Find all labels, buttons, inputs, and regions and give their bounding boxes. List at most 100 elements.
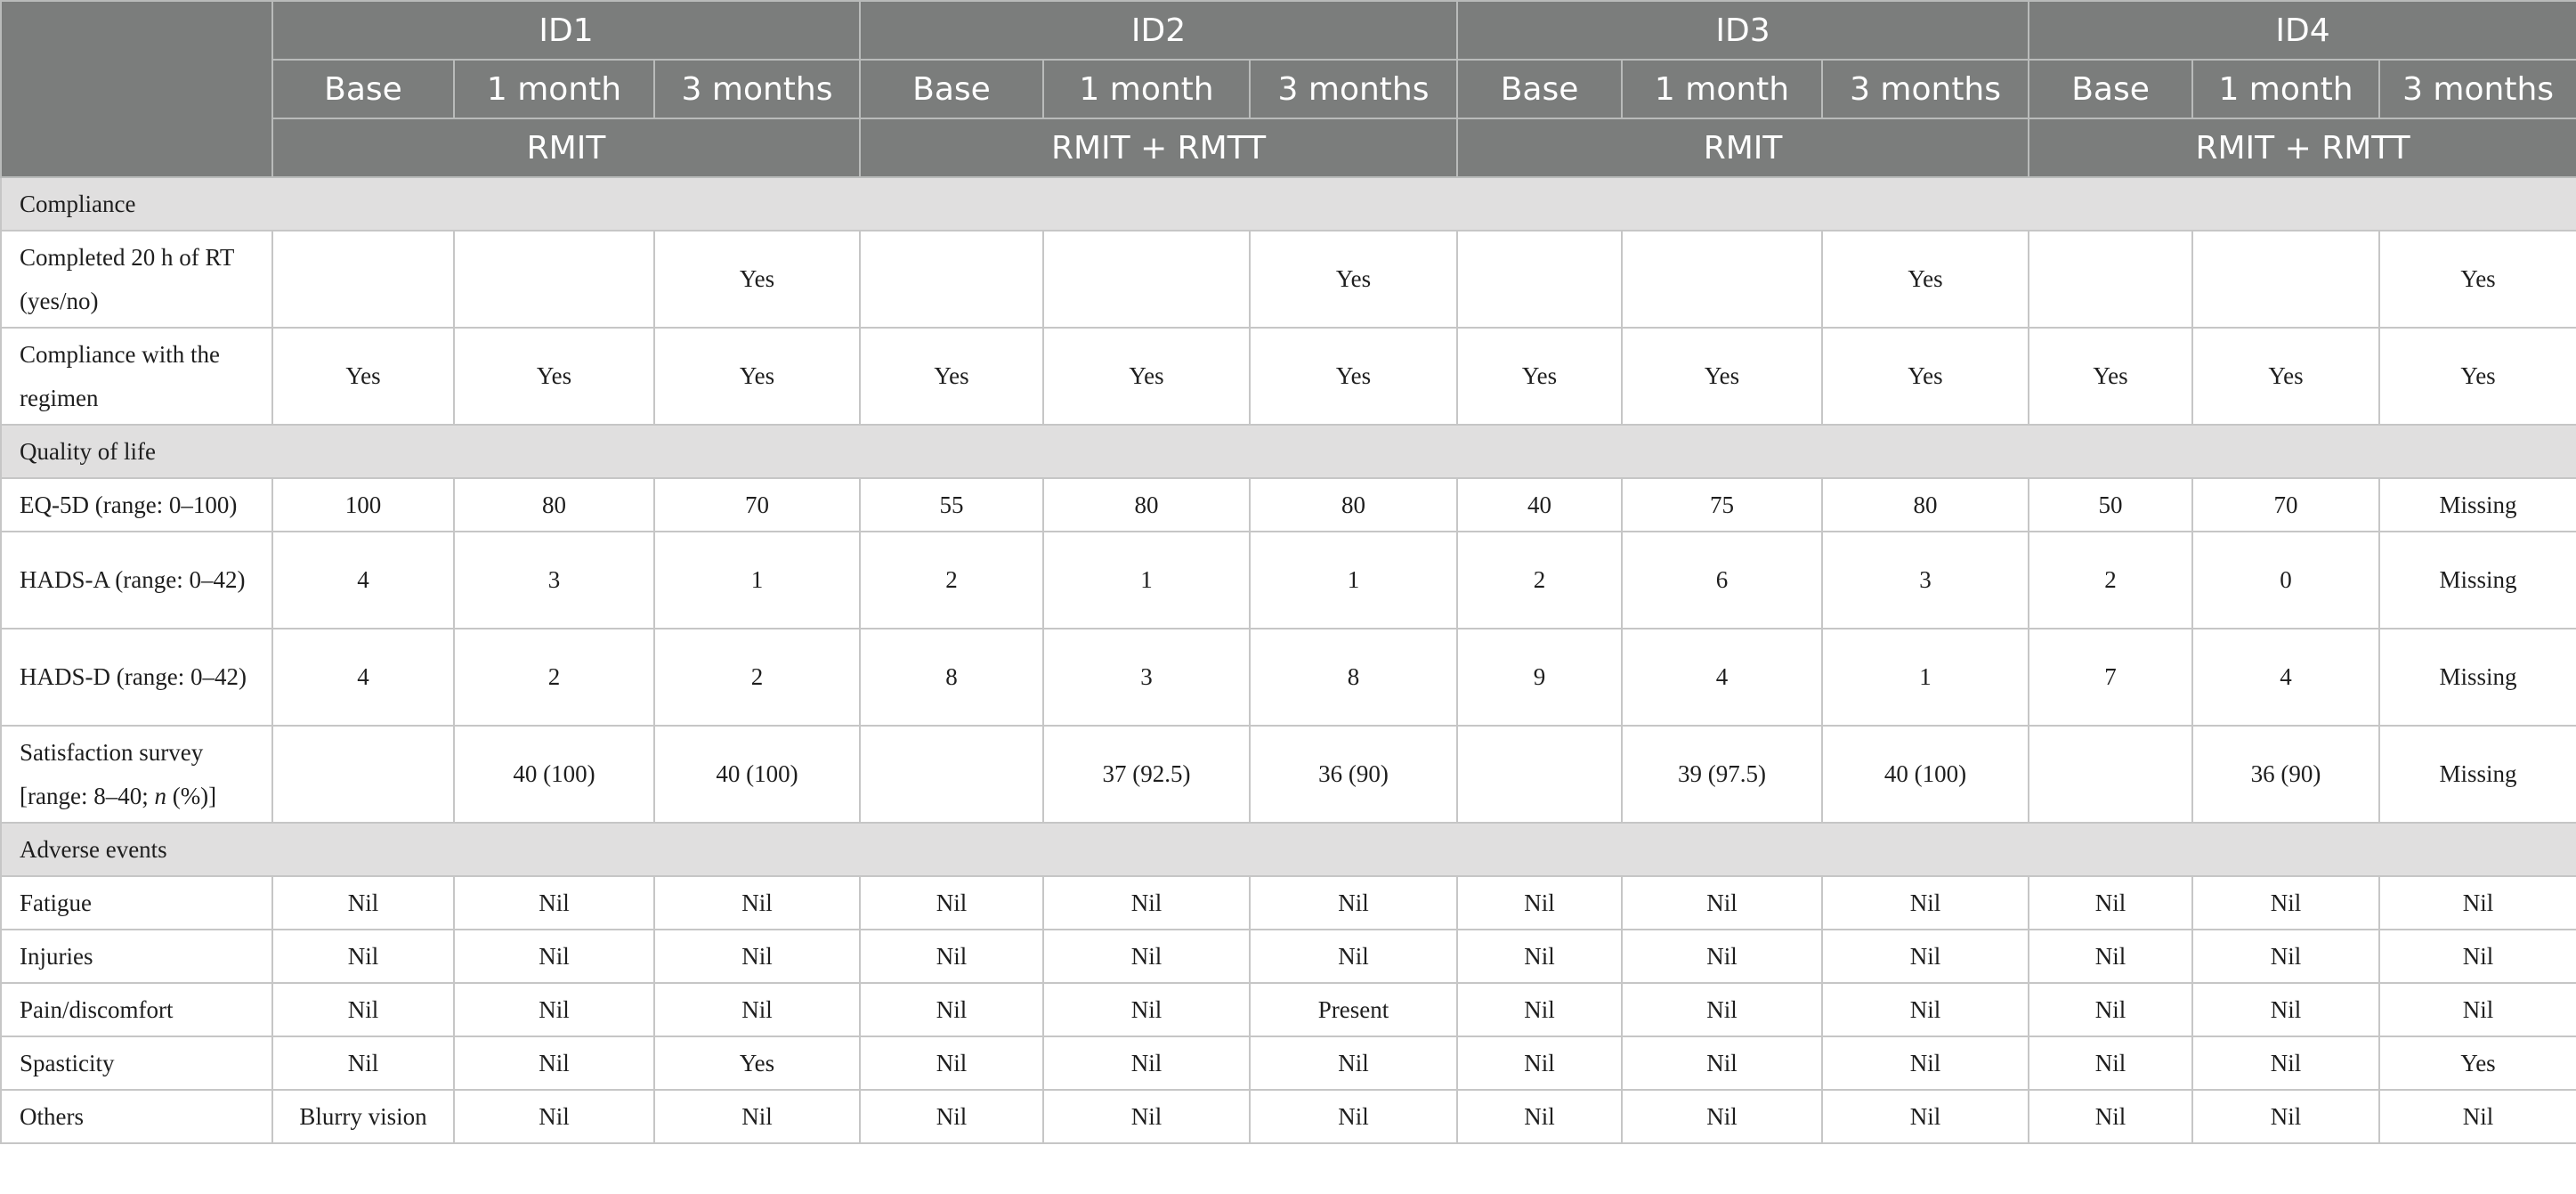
table-cell: Nil [1621,982,1824,1037]
table-cell: Nil [1456,1036,1624,1091]
table-cell: Nil [2378,875,2576,930]
table-cell: Nil [1042,929,1252,984]
table-cell: Nil [2191,929,2381,984]
table-cell: Nil [1456,929,1624,984]
table-cell: 55 [859,477,1045,532]
table-cell: Nil [859,1089,1045,1144]
table-row-fatigue: Fatigue Nil Nil Nil Nil Nil Nil Nil Nil Nil Nil Nil… [0,875,2576,930]
header-id: ID1 [271,0,862,61]
table-cell: 2 [652,628,862,727]
table-cell [271,725,455,824]
header-timepoint: Base [271,59,455,119]
table-cell [453,230,655,329]
table-cell: 37 (92.5) [1042,725,1252,824]
table-cell: Nil [2378,929,2576,984]
table-cell: Nil [1621,1036,1824,1091]
header-group: RMIT + RMTT [2028,118,2576,178]
table-cell [2028,725,2194,824]
table-cell: 1 [1042,531,1252,629]
table-row-compliance-regimen: Compliance with the regimen Yes Yes Yes Yes Y… [0,327,2576,426]
table-cell: Nil [2191,875,2381,930]
table-cell: Nil [453,1089,655,1144]
header-timepoint: 3 months [1821,59,2030,119]
table-cell: Nil [1042,982,1252,1037]
table-cell: Yes [1249,230,1459,329]
header-timepoint: Base [2028,59,2194,119]
table-header: ID1 ID2 ID3 ID4 Base 1 month 3 months Ba… [0,0,2576,178]
table-cell: 50 [2028,477,2194,532]
table-cell: Yes [652,230,862,329]
table-cell: Yes [2378,1036,2576,1091]
table-cell: Nil [2191,1089,2381,1144]
table-cell: Nil [1249,875,1459,930]
table-cell: Nil [1249,1036,1459,1091]
table-cell: Yes [2191,327,2381,426]
table-cell: Nil [2028,1036,2194,1091]
table-cell: Nil [1821,1089,2030,1144]
table-cell: 80 [1249,477,1459,532]
table-cell: Nil [1621,1089,1824,1144]
row-label-text: (%)] [166,782,217,809]
table-cell: Yes [2028,327,2194,426]
table-cell: Nil [1621,929,1824,984]
table-cell: 40 [1456,477,1624,532]
section-row-adverse-events: Adverse events [0,822,2576,877]
table-cell: Nil [859,1036,1045,1091]
row-label: Spasticity [0,1036,273,1091]
table-cell: Missing [2378,628,2576,727]
table-cell: 70 [652,477,862,532]
section-row-compliance: Compliance [0,176,2576,231]
table-cell: 80 [1821,477,2030,532]
header-timepoint: 1 month [453,59,655,119]
table-cell: 2 [859,531,1045,629]
table-cell: Nil [1042,875,1252,930]
table-cell: 3 [1821,531,2030,629]
table-cell: Nil [1249,929,1459,984]
table-cell: 80 [1042,477,1252,532]
table-cell: 2 [453,628,655,727]
table-cell: Nil [652,929,862,984]
table-cell: Nil [2378,982,2576,1037]
table-cell: Nil [271,982,455,1037]
table-row-hads-d: HADS-D (range: 0–42) 4 2 2 8 3 8 9 4 1 7 4 Missing [0,628,2576,727]
table-cell: Nil [2191,1036,2381,1091]
table-cell: Nil [1456,875,1624,930]
table-cell: Nil [1042,1036,1252,1091]
table-cell: Nil [2028,982,2194,1037]
table-cell: Nil [453,982,655,1037]
table-cell: 7 [2028,628,2194,727]
table-cell: 36 (90) [1249,725,1459,824]
section-title: Quality of life [0,424,2576,479]
table-cell: Yes [1821,327,2030,426]
table-cell [2191,230,2381,329]
header-id: ID4 [2028,0,2576,61]
table-cell: Present [1249,982,1459,1037]
table-cell: Nil [1821,982,2030,1037]
row-label: HADS-D (range: 0–42) [0,628,273,727]
row-label: Injuries [0,929,273,984]
table-cell: 1 [1249,531,1459,629]
table-cell: Nil [652,1089,862,1144]
table-row-satisfaction: Satisfaction survey [range: 8–40; n (%)]… [0,725,2576,824]
table-cell: Nil [271,1036,455,1091]
table-row-eq5d: EQ-5D (range: 0–100) 100 80 70 55 80 80 40 75 80 5… [0,477,2576,532]
header-id: ID3 [1456,0,2030,61]
table-cell: 1 [1821,628,2030,727]
header-timepoint: 3 months [1249,59,1459,119]
table-cell: 0 [2191,531,2381,629]
row-label: Fatigue [0,875,273,930]
table-cell: Nil [859,982,1045,1037]
table-cell: Nil [2028,875,2194,930]
table-cell: Yes [271,327,455,426]
table-cell: Nil [271,929,455,984]
header-group: RMIT [271,118,862,178]
row-label: Others [0,1089,273,1144]
table-cell: Nil [1456,1089,1624,1144]
table-cell: Nil [453,1036,655,1091]
table-cell [1456,230,1624,329]
table-cell: Yes [2378,327,2576,426]
table-cell: Yes [652,327,862,426]
table-cell: Nil [2378,1089,2576,1144]
table-cell: Missing [2378,725,2576,824]
table-cell: Nil [1821,1036,2030,1091]
